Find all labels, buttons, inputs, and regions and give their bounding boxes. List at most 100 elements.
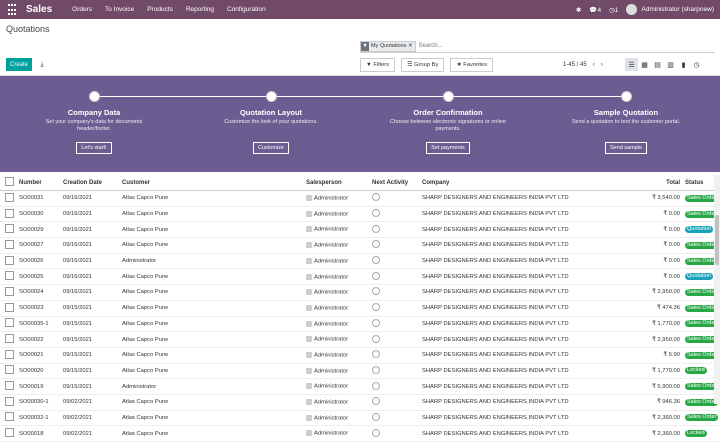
create-button[interactable]: Create: [6, 58, 32, 71]
table-row[interactable]: SO00027 09/16/2021 Atlas Capco Pune Adminis…: [0, 237, 720, 254]
apps-menu-icon[interactable]: [0, 3, 22, 15]
cell-date: 09/15/2021: [62, 331, 121, 348]
table-row[interactable]: SO00030-1 09/02/2021 Atlas Capco Pune Admin…: [0, 394, 720, 411]
table-row[interactable]: SO00019 09/15/2021 Administrator Administra…: [0, 378, 720, 395]
group-by-button[interactable]: ☰ Group By: [401, 58, 445, 72]
download-icon[interactable]: ⤓: [36, 58, 48, 71]
activity-clock-icon[interactable]: [372, 209, 380, 218]
cell-date: 09/02/2021: [62, 425, 121, 442]
activity-clock-icon[interactable]: [372, 397, 380, 406]
cell-salesperson: Administrator: [314, 274, 349, 281]
scrollbar-thumb[interactable]: [715, 215, 719, 265]
cell-total: ₹ 3,540.00: [638, 190, 684, 207]
user-menu[interactable]: Administrator (sharpnew): [641, 6, 714, 13]
table-row[interactable]: SO00021 09/15/2021 Atlas Capco Pune Adminis…: [0, 347, 720, 364]
row-checkbox[interactable]: [5, 302, 14, 312]
activity-clock-icon[interactable]: [372, 412, 380, 421]
table-row[interactable]: SO00032-1 09/02/2021 Atlas Capco Pune Admin…: [0, 410, 720, 427]
row-checkbox[interactable]: [5, 239, 14, 249]
row-checkbox[interactable]: [5, 381, 14, 391]
pager-prev-icon[interactable]: ‹: [593, 62, 595, 68]
pager-next-icon[interactable]: ›: [601, 62, 603, 68]
list-view-icon[interactable]: ☰: [625, 58, 638, 71]
table-row[interactable]: SO00035-1 09/15/2021 Atlas Capco Pune Admin…: [0, 316, 720, 333]
table-row[interactable]: SO00023 09/15/2021 Atlas Capco Pune Adminis…: [0, 300, 720, 317]
col-total[interactable]: Total: [638, 175, 684, 191]
table-row[interactable]: SO00025 09/16/2021 Atlas Capco Pune Adminis…: [0, 268, 720, 286]
favorites-button[interactable]: ★ Favorites: [450, 58, 494, 72]
activity-clock-icon[interactable]: [372, 224, 380, 233]
table-row[interactable]: SO00018 09/02/2021 Atlas Capco Pune Adminis…: [0, 425, 720, 442]
col-salesperson[interactable]: Salesperson: [305, 175, 371, 191]
graph-view-icon[interactable]: ▮: [677, 58, 690, 71]
table-row[interactable]: SO00030 09/16/2021 Atlas Capco Pune Adminis…: [0, 206, 720, 223]
search-input[interactable]: Search...: [419, 43, 443, 49]
row-checkbox[interactable]: [5, 192, 14, 202]
col-company[interactable]: Company: [421, 175, 638, 191]
row-checkbox[interactable]: [5, 318, 14, 328]
table-row[interactable]: SO00022 09/15/2021 Atlas Capco Pune Adminis…: [0, 331, 720, 348]
app-menu: Orders To Invoice Products Reporting Con…: [72, 6, 276, 13]
customize-button[interactable]: Customize: [253, 142, 289, 154]
send-sample-button[interactable]: Send sample: [604, 142, 648, 154]
cell-date: 09/16/2021: [62, 253, 121, 270]
menu-orders[interactable]: Orders: [72, 6, 92, 13]
activity-clock-icon[interactable]: [372, 193, 380, 202]
activity-clock-icon[interactable]: [372, 240, 380, 249]
menu-reporting[interactable]: Reporting: [186, 6, 214, 13]
activity-view-icon[interactable]: ◷: [690, 58, 703, 71]
activity-clock-icon[interactable]: [372, 365, 380, 374]
table-row[interactable]: SO00026 09/16/2021 Administrator Administra…: [0, 253, 720, 270]
row-checkbox[interactable]: [5, 396, 14, 406]
filters-button[interactable]: ▼ Filters: [360, 58, 396, 72]
cell-salesperson: Administrator: [314, 211, 349, 218]
pager-value[interactable]: 1-45 / 45: [563, 62, 587, 68]
row-checkbox[interactable]: [5, 224, 14, 234]
menu-configuration[interactable]: Configuration: [227, 6, 266, 13]
col-number[interactable]: Number: [18, 175, 62, 191]
activity-clock-icon[interactable]: [372, 428, 380, 437]
scrollbar[interactable]: [714, 175, 720, 404]
activity-clock-icon[interactable]: [372, 303, 380, 312]
activity-clock-icon[interactable]: [372, 271, 380, 280]
activity-clock-icon[interactable]: [372, 318, 380, 327]
row-checkbox[interactable]: [5, 428, 14, 438]
activity-clock-icon[interactable]: [372, 334, 380, 343]
cell-salesperson: Administrator: [314, 415, 349, 422]
row-checkbox[interactable]: [5, 365, 14, 375]
table-row[interactable]: SO00024 09/16/2021 Atlas Capco Pune Adminis…: [0, 284, 720, 301]
menu-to-invoice[interactable]: To Invoice: [105, 6, 134, 13]
row-checkbox[interactable]: [5, 286, 14, 296]
activity-clock-icon[interactable]: [372, 256, 380, 265]
activity-clock-icon[interactable]: [372, 287, 380, 296]
calendar-view-icon[interactable]: ▤: [651, 58, 664, 71]
table-row[interactable]: SO00031 09/16/2021 Atlas Capco Pune Adminis…: [0, 190, 720, 207]
row-checkbox[interactable]: [5, 334, 14, 344]
app-brand[interactable]: Sales: [26, 4, 52, 15]
activity-clock-icon[interactable]: [372, 350, 380, 359]
col-creation-date[interactable]: Creation Date: [62, 175, 121, 191]
chat-icon[interactable]: 💬4: [589, 6, 601, 14]
table-row[interactable]: SO00020 09/15/2021 Atlas Capco Pune Adminis…: [0, 363, 720, 380]
row-checkbox[interactable]: [5, 349, 14, 359]
avatar[interactable]: [626, 4, 638, 15]
remove-facet-icon[interactable]: ✕: [406, 43, 413, 49]
kanban-view-icon[interactable]: ▦: [638, 58, 651, 71]
lets-start-button[interactable]: Let's start!: [76, 142, 112, 154]
col-customer[interactable]: Customer: [121, 175, 305, 191]
cell-date: 09/15/2021: [62, 363, 121, 380]
bug-icon[interactable]: ✱: [576, 6, 581, 14]
activity-icon[interactable]: ◷1: [609, 6, 618, 14]
select-all-checkbox[interactable]: [5, 177, 14, 186]
col-next-activity[interactable]: Next Activity: [371, 175, 421, 191]
row-checkbox[interactable]: [5, 255, 14, 265]
table-row[interactable]: SO00029 09/16/2021 Atlas Capco Pune Adminis…: [0, 221, 720, 239]
row-checkbox[interactable]: [5, 208, 14, 218]
pivot-view-icon[interactable]: ▥: [664, 58, 677, 71]
cell-customer: Atlas Capco Pune: [121, 425, 305, 442]
set-payments-button[interactable]: Set payments: [426, 142, 470, 154]
activity-clock-icon[interactable]: [372, 381, 380, 390]
menu-products[interactable]: Products: [147, 6, 173, 13]
row-checkbox[interactable]: [5, 412, 14, 422]
row-checkbox[interactable]: [5, 271, 14, 281]
